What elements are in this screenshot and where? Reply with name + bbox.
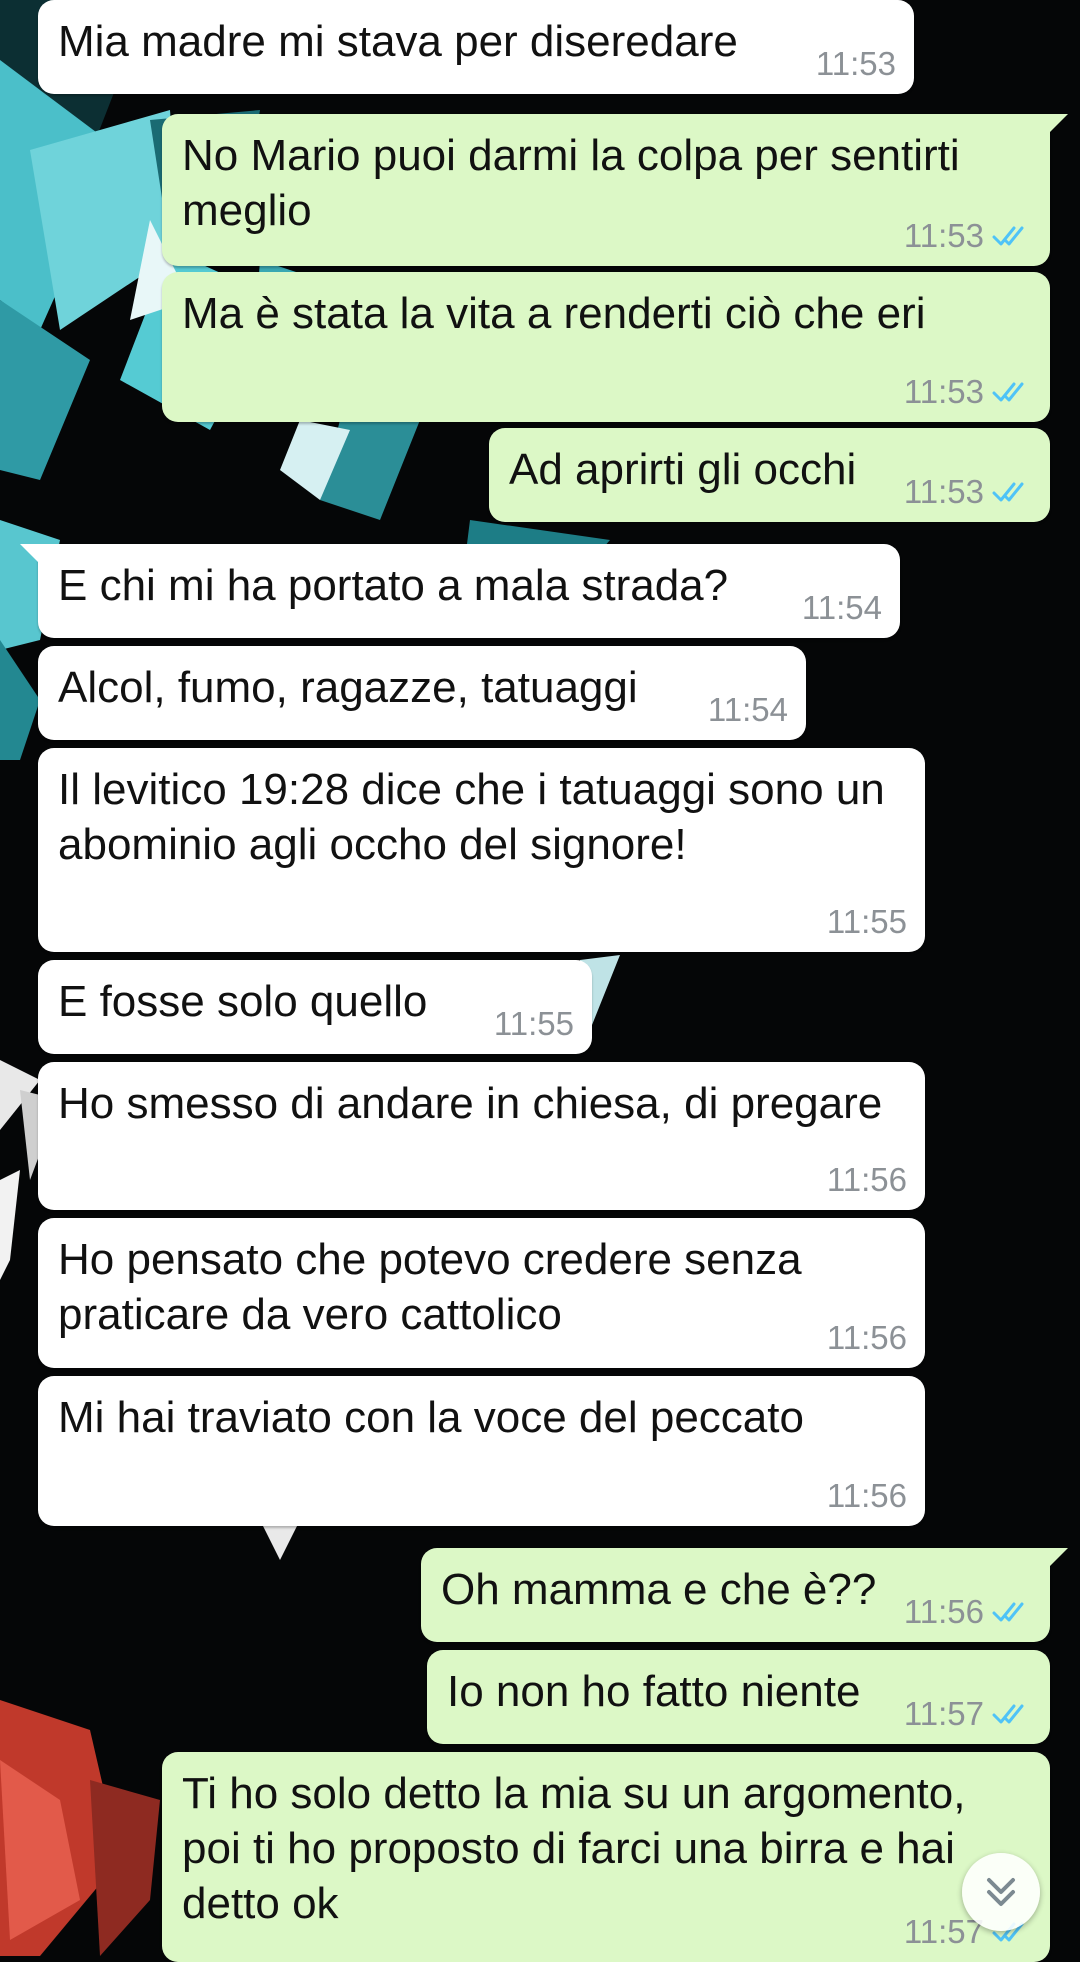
incoming-message[interactable]: Ho pensato che potevo credere senza prat… (38, 1218, 925, 1368)
message-timestamp: 11:53 (903, 473, 984, 510)
message-text: Ho pensato che potevo credere senza prat… (58, 1235, 814, 1339)
incoming-message[interactable]: Il levitico 19:28 dice che i tatuaggi so… (38, 748, 925, 952)
scroll-to-bottom-button[interactable] (962, 1853, 1040, 1931)
outgoing-message[interactable]: Io non ho fatto niente 11:57 (427, 1650, 1050, 1744)
message-meta: 11:53 (904, 472, 1032, 512)
message-timestamp: 11:54 (801, 589, 882, 626)
message-timestamp: 11:53 (903, 217, 984, 254)
double-check-icon (992, 1704, 1024, 1724)
message-text: Mi hai traviato con la voce del peccato (58, 1393, 804, 1442)
message-meta: 11:53 (904, 372, 1032, 412)
message-meta: 11:54 (708, 690, 788, 730)
message-text: No Mario puoi darmi la colpa per sentirt… (182, 131, 972, 235)
incoming-message[interactable]: Alcol, fumo, ragazze, tatuaggi 11:54 (38, 646, 806, 740)
message-timestamp: 11:53 (815, 45, 896, 82)
message-text: Mia madre mi stava per diseredare (58, 17, 738, 66)
message-meta: 11:54 (802, 588, 882, 628)
outgoing-message[interactable]: Ma è stata la vita a renderti ciò che er… (162, 272, 1050, 422)
message-timestamp: 11:56 (903, 1593, 984, 1630)
incoming-message[interactable]: Mia madre mi stava per diseredare 11:53 (38, 0, 914, 94)
message-text: Ho smesso di andare in chiesa, di pregar… (58, 1079, 883, 1128)
message-meta: 11:56 (827, 1318, 907, 1358)
outgoing-message[interactable]: Ti ho solo detto la mia su un argomento,… (162, 1752, 1050, 1962)
bubble-tail (20, 544, 42, 566)
message-timestamp: 11:53 (903, 373, 984, 410)
message-timestamp: 11:56 (826, 1477, 907, 1514)
message-text: Ti ho solo detto la mia su un argomento,… (182, 1769, 978, 1928)
message-meta: 11:56 (827, 1160, 907, 1200)
message-text: Il levitico 19:28 dice che i tatuaggi so… (58, 765, 897, 869)
message-timestamp: 11:56 (826, 1161, 907, 1198)
double-check-icon (992, 482, 1024, 502)
message-meta: 11:55 (494, 1004, 574, 1044)
double-check-icon (992, 382, 1024, 402)
double-check-icon (992, 1602, 1024, 1622)
incoming-message[interactable]: Mi hai traviato con la voce del peccato 1… (38, 1376, 925, 1526)
message-text: Ma è stata la vita a renderti ciò che er… (182, 289, 926, 338)
double-check-icon (992, 226, 1024, 246)
outgoing-message[interactable]: Oh mamma e che è?? 11:56 (421, 1548, 1068, 1642)
message-timestamp: 11:55 (826, 903, 907, 940)
incoming-message[interactable]: Ho smesso di andare in chiesa, di pregar… (38, 1062, 925, 1210)
message-meta: 11:56 (904, 1592, 1032, 1632)
message-text: Alcol, fumo, ragazze, tatuaggi (58, 663, 638, 712)
message-meta: 11:56 (827, 1476, 907, 1516)
message-text: E chi mi ha portato a mala strada? (58, 561, 729, 610)
incoming-message[interactable]: E chi mi ha portato a mala strada? 11:54 (20, 544, 900, 638)
outgoing-message[interactable]: Ad aprirti gli occhi 11:53 (489, 428, 1050, 522)
message-timestamp: 11:54 (707, 691, 788, 728)
message-timestamp: 11:57 (903, 1695, 984, 1732)
message-meta: 11:57 (904, 1694, 1032, 1734)
message-meta: 11:53 (904, 216, 1032, 256)
bubble-tail (1046, 114, 1068, 136)
message-timestamp: 11:55 (493, 1005, 574, 1042)
outgoing-message[interactable]: No Mario puoi darmi la colpa per sentirt… (162, 114, 1068, 266)
bubble-tail (1046, 1548, 1068, 1570)
message-timestamp: 11:56 (826, 1319, 907, 1356)
message-meta: 11:55 (827, 902, 907, 942)
message-meta: 11:53 (816, 44, 896, 84)
incoming-message[interactable]: E fosse solo quello 11:55 (38, 960, 592, 1054)
double-chevron-down-icon (987, 1878, 1015, 1906)
